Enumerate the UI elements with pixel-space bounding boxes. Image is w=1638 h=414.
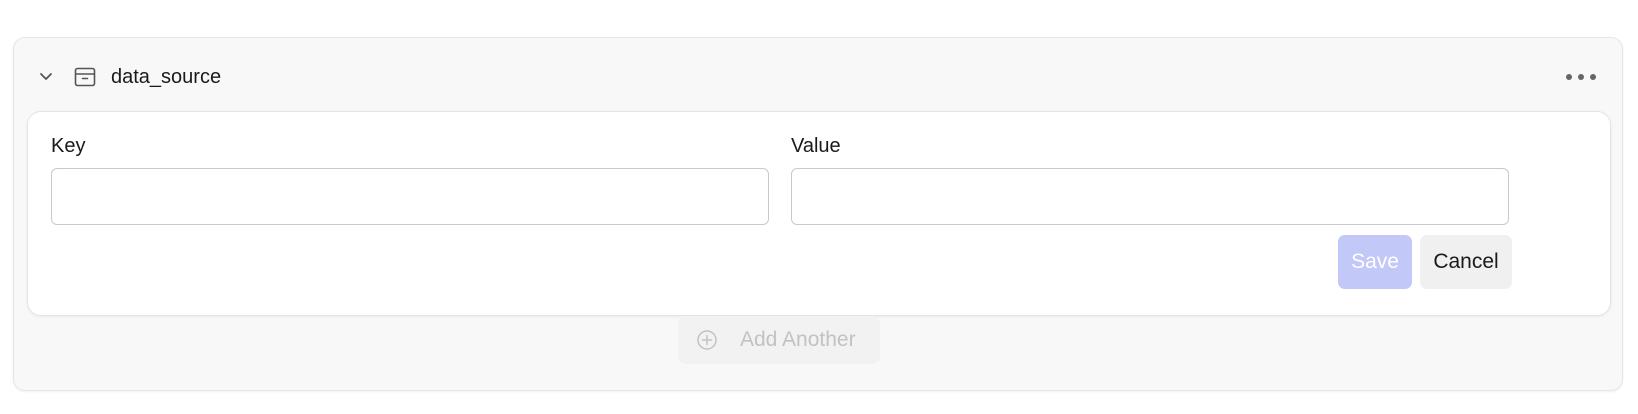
value-input[interactable] — [791, 168, 1509, 225]
chevron-down-icon[interactable] — [36, 66, 56, 86]
key-input[interactable] — [51, 168, 769, 225]
save-button[interactable]: Save — [1338, 235, 1412, 289]
section-title: data_source — [111, 66, 222, 88]
key-label: Key — [51, 135, 86, 157]
add-another-label: Add Another — [740, 328, 856, 351]
card-header: data_source — [14, 38, 1622, 112]
add-another-button[interactable]: Add Another — [678, 316, 880, 364]
cancel-button[interactable]: Cancel — [1420, 235, 1512, 289]
data-source-card: data_source Key Value Save Cancel Add An… — [13, 37, 1623, 391]
more-options-icon[interactable] — [1564, 66, 1598, 88]
archive-box-icon — [74, 66, 96, 88]
value-label: Value — [791, 135, 841, 157]
plus-circle-icon — [696, 329, 718, 351]
key-value-form: Key Value Save Cancel — [27, 111, 1611, 316]
